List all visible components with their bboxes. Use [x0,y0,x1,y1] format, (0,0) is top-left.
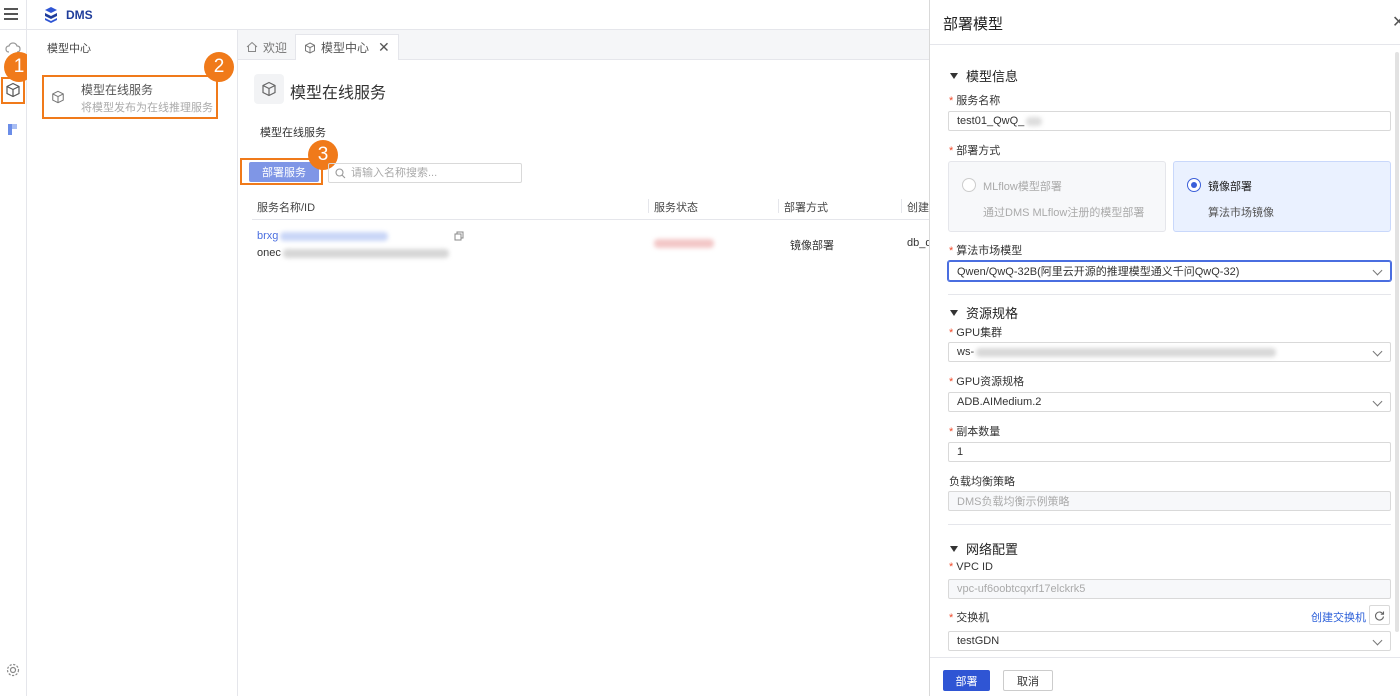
search-box [328,163,522,183]
top-bar: DMS [0,0,930,30]
deploy-model-drawer: 部署模型 ✕ 模型信息 * 服务名称 test01_QwQ_ * 部署方式 MLfl… [930,0,1400,696]
chevron-down-icon [1372,396,1383,407]
option-title: 镜像部署 [1208,181,1252,193]
gpu-cluster-select[interactable]: ws- [948,342,1391,362]
label-lb-policy: 负载均衡策略 [949,476,1015,488]
gear-icon[interactable] [5,662,21,678]
caret-down-icon [950,309,958,316]
column-separator [778,199,779,213]
column-header-deploy-mode: 部署方式 [784,202,828,214]
gpu-spec-select[interactable]: ADB.AIMedium.2 [948,392,1391,412]
option-title: MLflow模型部署 [983,181,1062,193]
vswitch-select[interactable]: testGDN [948,631,1391,651]
deploy-button[interactable]: 部署 [943,670,990,691]
option-desc: 算法市场镜像 [1208,207,1274,219]
replicas-input[interactable]: 1 [948,442,1391,462]
page-title: 模型在线服务 [290,85,387,102]
column-separator [648,199,649,213]
label-gpu-spec: * GPU资源规格 [949,376,1025,388]
deploy-option-mlflow[interactable]: MLflow模型部署 通过DMS MLflow注册的模型部署 [948,161,1166,232]
chevron-down-icon [1372,346,1383,357]
drawer-title: 部署模型 [943,16,1004,33]
search-icon [335,167,346,178]
label-gpu-cluster: * GPU集群 [949,327,1003,339]
option-desc: 通过DMS MLflow注册的模型部署 [983,207,1145,219]
home-icon [246,41,258,52]
section-model-info[interactable]: 模型信息 [950,66,1018,85]
radio-image[interactable] [1187,178,1201,192]
drawer-header: 部署模型 ✕ [930,0,1400,45]
model-cube-icon[interactable] [5,82,21,98]
table-row[interactable]: brxg onec 镜像部署 db_d [252,228,932,264]
sidebar-title: 模型中心 [47,43,91,55]
page-icon [254,74,284,104]
tab-bar: 欢迎 模型中心 ✕ [238,30,930,60]
copy-icon[interactable] [454,231,464,241]
deploy-mode-cell: 镜像部署 [790,240,834,252]
caret-down-icon [950,545,958,552]
cancel-button[interactable]: 取消 [1003,670,1053,691]
section-resource[interactable]: 资源规格 [950,303,1018,322]
tab-model-center[interactable]: 模型中心 ✕ [295,34,399,60]
close-icon[interactable]: ✕ [1392,12,1400,32]
model-cube-icon [262,81,276,97]
main-content: 欢迎 模型中心 ✕ 模型在线服务 模型在线服务 部署服务 3 服务名称/ID 服… [238,30,932,696]
sidebar-item-desc: 将模型发布为在线推理服务 [81,102,213,114]
step-badge-2: 2 [204,52,234,82]
service-id: onec [257,247,449,259]
chevron-down-icon [1372,635,1383,646]
label-market-model: * 算法市场模型 [949,245,1023,257]
create-vswitch-link[interactable]: 创建交换机 [1311,609,1366,625]
app-name: DMS [66,8,93,22]
data-flag-icon[interactable] [5,122,21,138]
divider [26,0,27,30]
tab-welcome[interactable]: 欢迎 [238,34,295,60]
model-cube-icon [52,90,64,104]
created-cell: db_d [907,237,932,249]
menu-icon[interactable] [4,8,18,20]
vpc-id-input[interactable]: vpc-uf6oobtcqxrf17elckrk5 [948,579,1391,599]
service-name-link[interactable]: brxg [257,230,389,242]
column-header-name: 服务名称/ID [257,202,316,214]
caret-down-icon [950,72,958,79]
search-input[interactable] [351,167,511,179]
label-vpc-id: * VPC ID [949,561,993,573]
model-cube-icon [305,41,315,54]
refresh-button[interactable] [1369,605,1390,625]
column-header-created: 创建 [907,202,929,214]
radio-mlflow[interactable] [962,178,976,192]
label-vswitch: * 交换机 [949,612,990,624]
label-service-name: * 服务名称 [949,95,1001,107]
market-model-select[interactable]: Qwen/QwQ-32B(阿里云开源的推理模型通义千问QwQ-32) [948,261,1391,281]
sub-tab-model-online-service[interactable]: 模型在线服务 [260,124,326,140]
table-header: 服务名称/ID 服务状态 部署方式 创建 [252,196,930,220]
label-deploy-mode: * 部署方式 [949,145,1001,157]
section-network[interactable]: 网络配置 [950,539,1018,558]
sidebar-item-model-online-service[interactable]: 模型在线服务 将模型发布为在线推理服务 [42,75,218,119]
chevron-down-icon [1372,265,1383,276]
lb-policy-input[interactable]: DMS负载均衡示例策略 [948,491,1391,511]
section-divider [948,294,1391,295]
close-icon[interactable]: ✕ [378,39,390,56]
tab-label: 模型中心 [321,41,370,55]
status-badge [654,237,714,249]
scrollbar[interactable] [1395,52,1399,632]
section-divider [948,524,1391,525]
app-logo[interactable]: DMS [42,6,93,24]
refresh-icon [1375,610,1385,620]
label-replicas: * 副本数量 [949,426,1001,438]
tab-label: 欢迎 [263,40,288,55]
deploy-option-image[interactable]: 镜像部署 算法市场镜像 [1173,161,1391,232]
dms-logo-icon [45,7,57,23]
column-separator [901,199,902,213]
sidebar-item-title: 模型在线服务 [81,83,154,97]
column-header-status: 服务状态 [654,202,698,214]
drawer-footer: 部署 取消 [930,657,1400,696]
service-name-input[interactable]: test01_QwQ_ [948,111,1391,131]
left-rail [0,30,27,696]
deploy-service-button[interactable]: 部署服务 [249,162,319,182]
secondary-sidebar: 模型中心 模型在线服务 将模型发布为在线推理服务 [27,30,238,696]
